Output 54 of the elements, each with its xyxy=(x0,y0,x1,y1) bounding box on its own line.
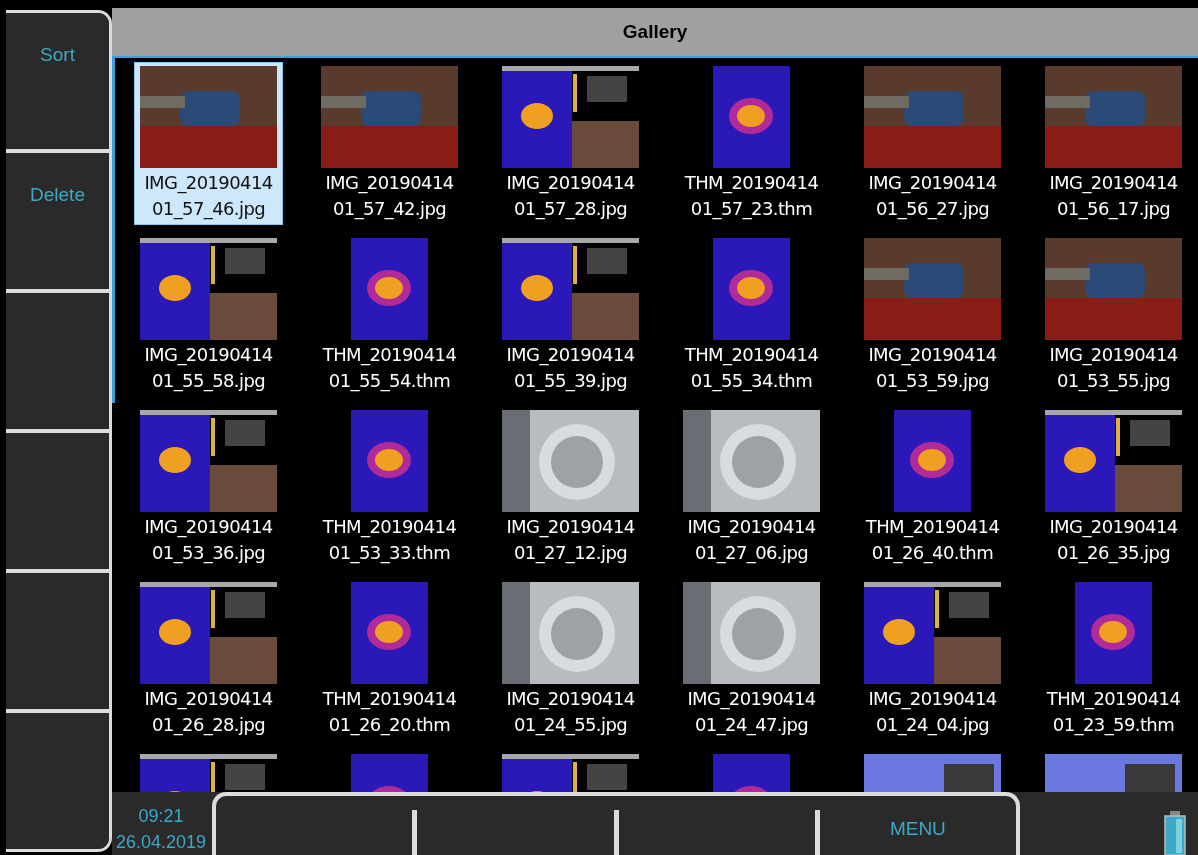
scrollbar[interactable] xyxy=(112,58,115,403)
file-name: IMG_20190414 01_53_55.jpg xyxy=(1049,343,1178,394)
file-tile[interactable]: IMG_20190414 01_57_28.jpg xyxy=(496,62,645,225)
file-tile[interactable]: IMG_20190414 01_53_55.jpg xyxy=(1039,234,1188,397)
file-tile[interactable]: IMG_20190414 01_27_06.jpg xyxy=(677,406,826,569)
file-tile[interactable]: IMG_20190414 01_55_58.jpg xyxy=(134,234,283,397)
file-name: THM_20190414 01_55_34.thm xyxy=(684,343,819,394)
file-name: IMG_20190414 01_27_06.jpg xyxy=(687,515,816,566)
file-name: IMG_20190414 01_53_59.jpg xyxy=(868,343,997,394)
file-tile[interactable]: IMG_20190414 01_53_59.jpg xyxy=(858,234,1007,397)
file-name: IMG_20190414 01_56_17.jpg xyxy=(1049,171,1178,222)
window-title: Gallery xyxy=(622,21,688,43)
file-name: THM_20190414 01_53_33.thm xyxy=(322,515,457,566)
file-tile[interactable]: IMG_20190414 01_53_36.jpg xyxy=(134,406,283,569)
file-tile[interactable]: IMG_20190414 01_24_04.jpg xyxy=(858,578,1007,741)
file-tile[interactable]: IMG_20190414 01_26_35.jpg xyxy=(1039,406,1188,569)
file-tile[interactable]: IMG_20190414 01_27_12.jpg xyxy=(496,406,645,569)
file-name: THM_20190414 01_23_59.thm xyxy=(1046,687,1181,738)
file-tile[interactable]: THM_20190414 01_53_33.thm xyxy=(316,406,463,569)
file-name: IMG_20190414 01_57_46.jpg xyxy=(144,171,273,222)
selected-file-tile[interactable]: IMG_20190414 01_57_46.jpg xyxy=(134,62,283,225)
file-name: IMG_20190414 01_53_36.jpg xyxy=(144,515,273,566)
file-name: IMG_20190414 01_24_04.jpg xyxy=(868,687,997,738)
file-tile[interactable]: THM_20190414 01_23_59.thm xyxy=(1040,578,1187,741)
file-tile[interactable]: IMG_20190414 01_56_17.jpg xyxy=(1039,62,1188,225)
file-tile[interactable]: IMG_20190414 01_57_42.jpg xyxy=(315,62,464,225)
file-name: IMG_20190414 01_57_42.jpg xyxy=(325,171,454,222)
file-tile[interactable]: THM_20190414 01_55_54.thm xyxy=(316,234,463,397)
file-name: THM_20190414 01_55_54.thm xyxy=(322,343,457,394)
file-name: THM_20190414 01_26_20.thm xyxy=(322,687,457,738)
file-tile[interactable]: IMG_20190414 01_26_28.jpg xyxy=(134,578,283,741)
file-tile[interactable]: IMG_20190414 01_24_47.jpg xyxy=(677,578,826,741)
clock-date: 26.04.2019 xyxy=(115,831,207,854)
softkey-button[interactable]: Sort xyxy=(6,13,109,153)
file-name: IMG_20190414 01_24_47.jpg xyxy=(687,687,816,738)
clock-time: 09:21 xyxy=(138,805,184,828)
file-name: THM_20190414 01_26_40.thm xyxy=(865,515,1000,566)
file-tile[interactable]: THM_20190414 01_55_34.thm xyxy=(678,234,825,397)
battery-icon xyxy=(1164,811,1186,855)
file-name: IMG_20190414 01_27_12.jpg xyxy=(506,515,635,566)
file-tile[interactable]: THM_20190414 01_26_40.thm xyxy=(859,406,1006,569)
file-name: IMG_20190414 01_56_27.jpg xyxy=(868,171,997,222)
file-name: IMG_20190414 01_57_28.jpg xyxy=(506,171,635,222)
file-tile[interactable]: THM_20190414 01_26_20.thm xyxy=(316,578,463,741)
file-name: IMG_20190414 01_55_58.jpg xyxy=(144,343,273,394)
file-name: IMG_20190414 01_26_28.jpg xyxy=(144,687,273,738)
file-tile[interactable]: IMG_20190414 01_24_55.jpg xyxy=(496,578,645,741)
file-tile[interactable]: IMG_20190414 01_56_27.jpg xyxy=(858,62,1007,225)
file-tile[interactable]: IMG_20190414 01_55_39.jpg xyxy=(496,234,645,397)
file-name: IMG_20190414 01_55_39.jpg xyxy=(506,343,635,394)
file-name: IMG_20190414 01_24_55.jpg xyxy=(506,687,635,738)
file-tile[interactable]: THM_20190414 01_57_23.thm xyxy=(678,62,825,225)
file-name: IMG_20190414 01_26_35.jpg xyxy=(1049,515,1178,566)
file-name: THM_20190414 01_57_23.thm xyxy=(684,171,819,222)
